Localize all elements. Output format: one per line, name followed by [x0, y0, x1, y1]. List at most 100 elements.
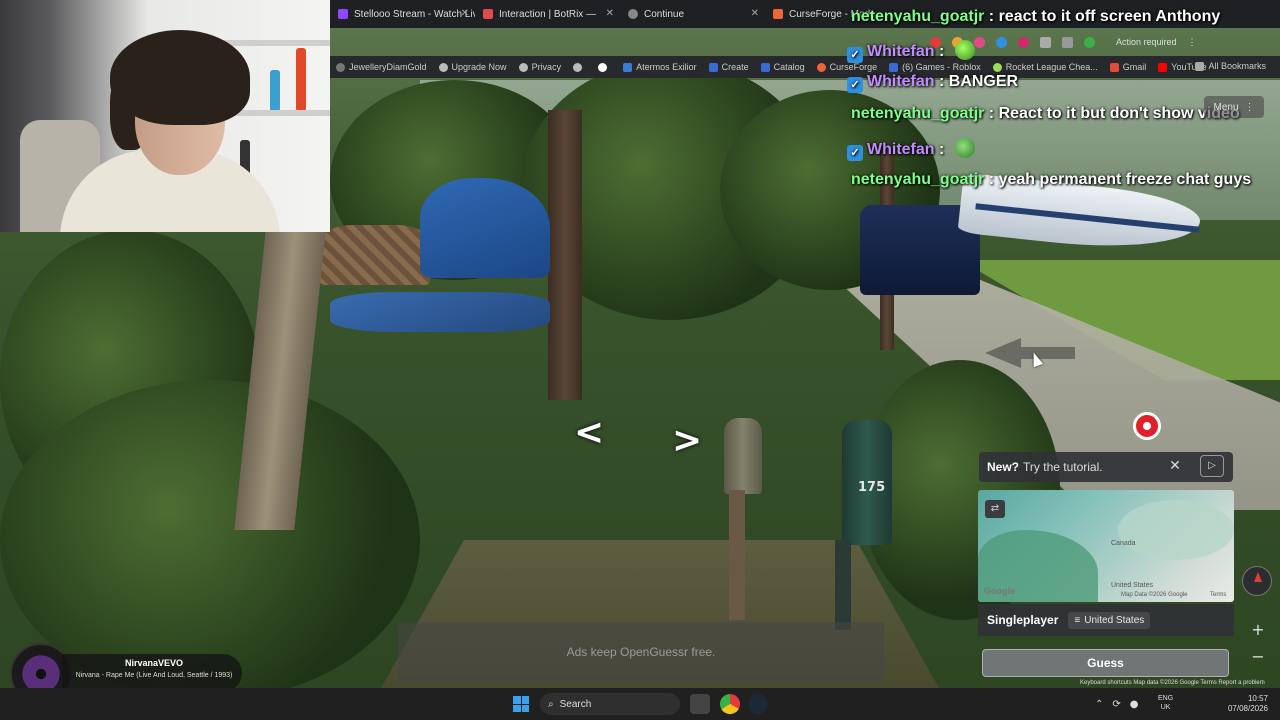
close-tab-icon[interactable]: ✕ — [606, 8, 614, 19]
bookmark-label: CurseForge — [829, 62, 878, 72]
map-copyright: Map Data ©2026 Google — [1121, 592, 1188, 598]
search-placeholder: Search — [559, 698, 592, 710]
bookmark-item[interactable]: Atermos Exilior — [617, 62, 703, 72]
now-playing-meta: NirvanaVEVO Nirvana - Rape Me (Live And … — [62, 654, 242, 692]
move-left-arrow-icon[interactable]: < — [574, 412, 604, 453]
tab-label: Continue — [644, 8, 685, 20]
chat-text: BANGER — [948, 73, 1019, 90]
browser-tab[interactable]: Continue ✕ — [620, 0, 765, 28]
chat-emote-icon — [954, 138, 975, 158]
bookmark-item[interactable]: Create — [703, 62, 755, 72]
bottle — [296, 48, 306, 110]
tutorial-bold-text: New? — [987, 460, 1020, 474]
sync-icon[interactable]: ⟳ — [1112, 699, 1120, 710]
game-menu-button[interactable]: Menu ⋮ — [1204, 96, 1264, 118]
chat-username: Whitefan — [867, 43, 935, 60]
reading-list-icon[interactable] — [1062, 36, 1073, 48]
bookmark-item[interactable]: Catalog — [755, 62, 811, 72]
taskbar-app-icon[interactable] — [690, 694, 710, 714]
steam-icon[interactable] — [748, 694, 768, 714]
close-tutorial-icon[interactable]: ✕ — [1166, 457, 1184, 475]
chat-separator: : — [934, 73, 949, 90]
browser-tab[interactable]: Interaction | BotRix — ✕ — [475, 0, 620, 28]
map-terms-link[interactable]: Terms — [1210, 592, 1226, 598]
taskbar-clock[interactable]: 10:57 07/08/2026 — [1216, 694, 1268, 714]
browser-tab[interactable]: Stellooo Stream - Watch Live ✕ — [330, 0, 475, 28]
tab-favicon-icon — [483, 9, 493, 19]
chat-separator: : — [934, 141, 949, 158]
extension-icon[interactable] — [1018, 36, 1029, 48]
google-logo: Google — [984, 586, 1015, 596]
guess-minimap[interactable]: Canada United States Google Map Data ©20… — [978, 490, 1234, 602]
close-tab-icon[interactable]: ✕ — [461, 8, 469, 19]
blue-tarp — [420, 178, 550, 278]
map-label-canada: Canada — [1111, 540, 1136, 547]
more-vert-icon: ⋮ — [1244, 101, 1255, 113]
bookmark-item[interactable]: Gmail — [1104, 62, 1153, 72]
roblox-icon — [760, 62, 770, 72]
chat-message: netenyahu_goatjr : React to it but don't… — [851, 105, 1240, 123]
chat-username: Whitefan — [867, 73, 935, 90]
loading-icon — [628, 9, 638, 19]
puzzle-icon[interactable] — [1040, 36, 1051, 48]
bookmark-label: Create — [721, 62, 749, 72]
bookmark-icon — [438, 62, 448, 72]
chat-separator: : — [984, 105, 999, 122]
bookmark-item[interactable]: Rocket League Chea... — [987, 62, 1104, 72]
bookmark-icon — [518, 62, 528, 72]
bookmark-item[interactable]: JewelleryDiamGold — [330, 62, 433, 72]
system-tray: ⌃ ⟳ ● — [1095, 696, 1139, 712]
compass-icon[interactable] — [1242, 566, 1272, 596]
curseforge-icon — [816, 62, 826, 72]
tutorial-text: Try the tutorial. — [1023, 460, 1103, 474]
guess-button[interactable]: Guess — [982, 649, 1229, 677]
music-artist: NirvanaVEVO — [124, 658, 184, 668]
bookmark-label: Privacy — [531, 62, 562, 72]
chrome-icon[interactable] — [720, 694, 740, 714]
bookmark-item[interactable]: CurseForge — [811, 62, 884, 72]
taskbar-search[interactable]: ⌕ Search — [540, 693, 680, 715]
close-tab-icon[interactable]: ✕ — [751, 8, 759, 19]
map-layers-icon[interactable]: ⇄ — [985, 500, 1005, 518]
zoom-out-icon[interactable]: − — [1246, 646, 1270, 670]
zoom-in-icon[interactable]: + — [1246, 619, 1270, 643]
microphone-icon[interactable]: ● — [1130, 699, 1139, 710]
chat-separator: : — [984, 171, 999, 188]
bookmark-item[interactable]: Privacy — [513, 62, 568, 72]
tutorial-banner[interactable]: New? Try the tutorial. — [979, 452, 1233, 482]
webcam-overlay — [0, 0, 330, 232]
bookmark-item[interactable]: Upgrade Now — [433, 62, 513, 72]
chat-username: netenyahu_goatjr — [851, 171, 985, 188]
mailbox-post — [729, 490, 745, 620]
country-filter-badge[interactable]: ≡ United States — [1068, 611, 1151, 629]
chat-username: Whitefan — [867, 141, 935, 158]
tray-overflow-icon[interactable]: ⌃ — [1095, 699, 1103, 710]
language-indicator[interactable]: ENG UK — [1158, 694, 1173, 712]
layers-icon: ≡ — [1074, 614, 1081, 626]
all-bookmarks-button[interactable]: All Bookmarks — [1189, 61, 1272, 71]
play-tutorial-icon[interactable]: ▷ — [1200, 455, 1224, 477]
bookmark-item[interactable] — [567, 62, 592, 72]
action-required-label[interactable]: Action required — [1116, 37, 1177, 47]
windows-start-icon[interactable] — [513, 696, 529, 712]
extension-icon[interactable] — [996, 36, 1007, 48]
bookmark-label: Atermos Exilior — [636, 62, 697, 72]
move-right-arrow-icon[interactable]: > — [672, 420, 702, 461]
chat-separator: : — [934, 43, 949, 60]
chat-message: netenyahu_goatjr : yeah permanent freeze… — [851, 171, 1251, 189]
music-song-title: Nirvana - Rape Me (Live And Loud, Seattl… — [75, 672, 233, 679]
tree-trunk — [548, 110, 582, 400]
chat-message: netenyahu_goatjr : react to it off scree… — [851, 8, 1220, 26]
extension-icon[interactable] — [974, 36, 985, 48]
bookmark-item[interactable] — [592, 62, 617, 72]
mailbox-post — [835, 540, 851, 630]
region-code: UK — [1160, 704, 1171, 711]
profile-avatar[interactable] — [1084, 36, 1095, 48]
chat-text: yeah permanent freeze chat guys — [998, 171, 1252, 188]
more-vert-icon[interactable]: ⋮ — [1188, 37, 1197, 48]
map-footer-links[interactable]: Keyboard shortcuts Map data ©2026 Google… — [1080, 680, 1280, 688]
chat-badge-icon: ✓ — [847, 77, 863, 93]
bookmark-item[interactable]: (6) Games - Roblox — [883, 62, 987, 72]
streamer-hair — [110, 30, 250, 125]
tab-favicon-icon — [338, 9, 348, 19]
